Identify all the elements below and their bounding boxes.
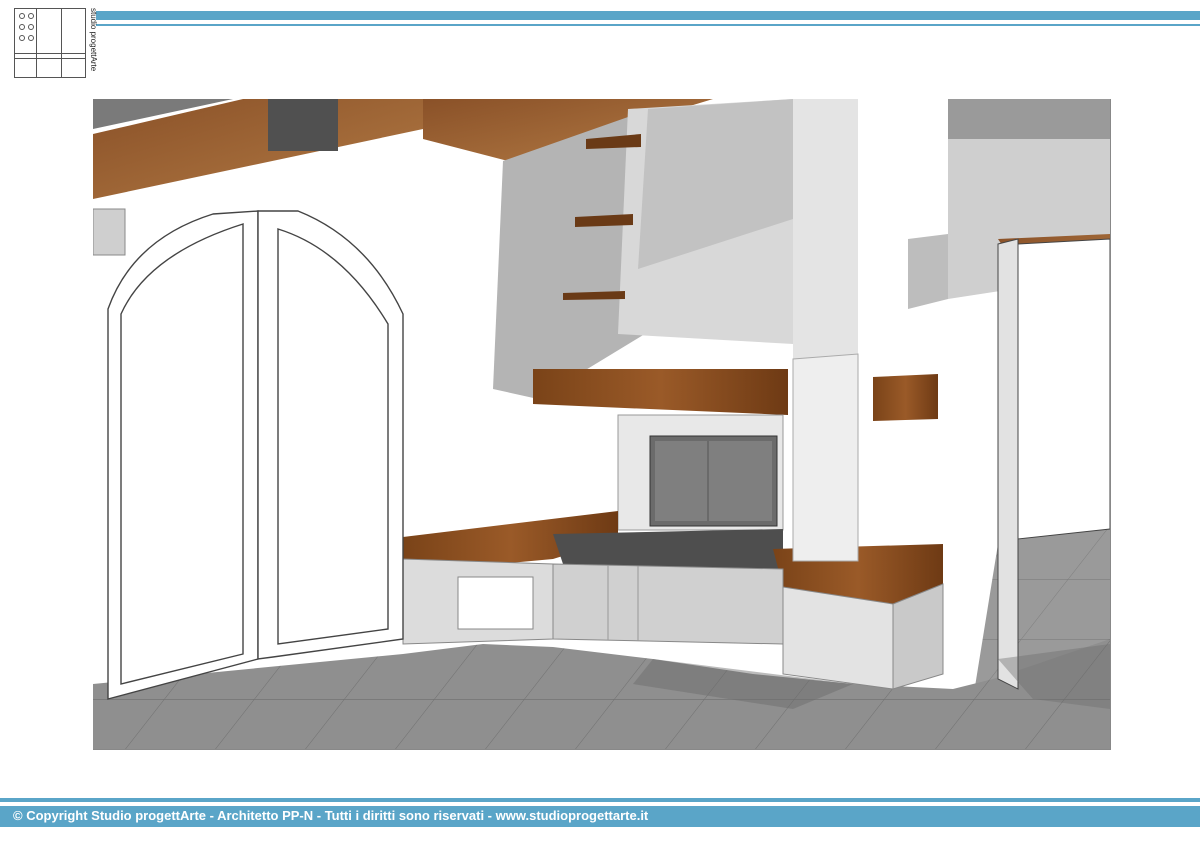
header-rule [96,24,1200,26]
copyright-text: © Copyright Studio progettArte - Archite… [13,808,649,823]
footer-band [0,798,1200,802]
studio-logo [14,8,86,78]
fireplace-render [93,99,1111,750]
header-band [96,11,1200,20]
logo-vertical-text: studio progettArte [89,8,98,72]
